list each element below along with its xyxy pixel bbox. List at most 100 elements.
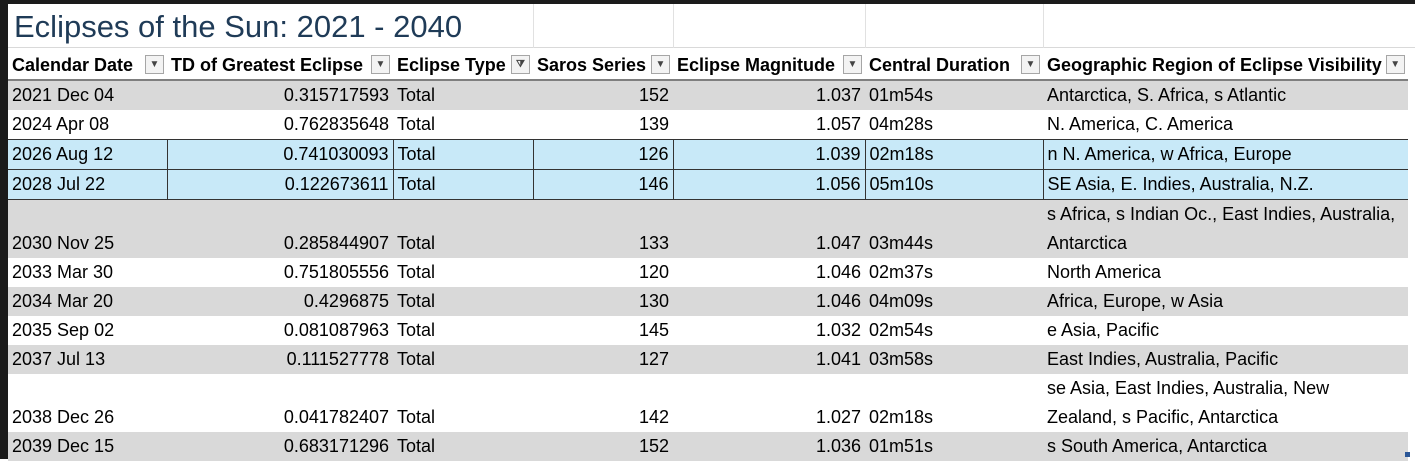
cell-central-duration[interactable]: 04m09s <box>865 287 1043 316</box>
cell-central-duration[interactable]: 02m54s <box>865 316 1043 345</box>
cell-eclipse-type[interactable]: Total <box>393 258 533 287</box>
cell-saros-series[interactable]: 145 <box>533 316 673 345</box>
cell-saros-series[interactable]: 139 <box>533 110 673 140</box>
cell-td-greatest-eclipse[interactable]: 0.122673611 <box>166 169 393 200</box>
cell-saros-series[interactable]: 130 <box>533 287 673 316</box>
cell-td-greatest-eclipse[interactable]: 0.762835648 <box>167 110 393 140</box>
cell-saros-series[interactable]: 142 <box>533 374 673 432</box>
cell-geographic-region[interactable]: Antarctica, S. Africa, s Atlantic <box>1043 80 1408 110</box>
header-td-greatest-eclipse[interactable]: TD of Greatest Eclipse ▼ <box>167 51 393 81</box>
cell-saros-series[interactable]: 152 <box>533 80 673 110</box>
dropdown-arrow-icon[interactable]: ▼ <box>1385 55 1405 74</box>
cell-calendar-date[interactable]: 2038 Dec 26 <box>8 374 167 432</box>
cell-saros-series[interactable]: 127 <box>533 345 673 374</box>
table-row: 2028 Jul 22 0.122673611 Total 146 1.056 05m10… <box>8 169 1408 200</box>
cell-td-greatest-eclipse[interactable]: 0.111527778 <box>167 345 393 374</box>
cell-td-greatest-eclipse[interactable]: 0.285844907 <box>167 199 393 258</box>
cell-central-duration[interactable]: 01m51s <box>865 432 1043 461</box>
cell-central-duration[interactable]: 01m54s <box>865 80 1043 110</box>
cell-eclipse-type[interactable]: Total <box>393 110 533 140</box>
cell-central-duration[interactable]: 03m58s <box>865 345 1043 374</box>
cell-td-greatest-eclipse[interactable]: 0.4296875 <box>167 287 393 316</box>
window-left-border <box>0 0 8 459</box>
header-eclipse-magnitude[interactable]: Eclipse Magnitude ▼ <box>673 51 865 81</box>
cell-calendar-date[interactable]: 2026 Aug 12 <box>8 139 167 170</box>
cell-central-duration[interactable]: 03m44s <box>865 199 1043 258</box>
cell-calendar-date[interactable]: 2028 Jul 22 <box>8 169 167 200</box>
cell-td-greatest-eclipse[interactable]: 0.081087963 <box>167 316 393 345</box>
header-calendar-date[interactable]: Calendar Date ▼ <box>8 51 167 81</box>
cell-eclipse-type[interactable]: Total <box>392 139 533 170</box>
cell-geographic-region[interactable]: Africa, Europe, w Asia <box>1043 287 1408 316</box>
header-geographic-region[interactable]: Geographic Region of Eclipse Visibility ▼ <box>1043 51 1408 81</box>
cell-calendar-date[interactable]: 2024 Apr 08 <box>8 110 167 140</box>
dropdown-arrow-icon[interactable]: ▼ <box>371 55 390 74</box>
cell-calendar-date[interactable]: 2039 Dec 15 <box>8 432 167 461</box>
header-central-duration[interactable]: Central Duration ▼ <box>865 51 1043 81</box>
cell-central-duration[interactable]: 02m18s <box>865 374 1043 432</box>
cell-eclipse-type[interactable]: Total <box>393 199 533 258</box>
header-saros-series[interactable]: Saros Series ▼ <box>533 51 673 81</box>
cell-calendar-date[interactable]: 2030 Nov 25 <box>8 199 167 258</box>
cell-eclipse-type[interactable]: Total <box>393 316 533 345</box>
cell-saros-series[interactable]: 120 <box>533 258 673 287</box>
cell-geographic-region[interactable]: s Africa, s Indian Oc., East Indies, Aus… <box>1043 199 1408 258</box>
cell-td-greatest-eclipse[interactable]: 0.315717593 <box>167 80 393 110</box>
cell-geographic-region[interactable]: SE Asia, E. Indies, Australia, N.Z. <box>1042 169 1408 200</box>
cell-central-duration[interactable]: 05m10s <box>864 169 1043 200</box>
spreadsheet-view: Eclipses of the Sun: 2021 - 2040 Calenda… <box>0 0 1415 461</box>
filter-active-icon[interactable]: ⧩ <box>511 55 530 74</box>
cell-central-duration[interactable]: 04m28s <box>865 110 1043 140</box>
cell-eclipse-type[interactable]: Total <box>393 432 533 461</box>
cell-calendar-date[interactable]: 2035 Sep 02 <box>8 316 167 345</box>
cell-eclipse-magnitude[interactable]: 1.032 <box>673 316 865 345</box>
table-row: 2034 Mar 20 0.4296875 Total 130 1.046 04m09s A… <box>8 287 1408 316</box>
cell-eclipse-magnitude[interactable]: 1.037 <box>673 80 865 110</box>
header-label: Calendar Date <box>12 54 134 75</box>
table-resize-handle[interactable] <box>1405 452 1410 457</box>
cell-td-greatest-eclipse[interactable]: 0.041782407 <box>167 374 393 432</box>
cell-td-greatest-eclipse[interactable]: 0.683171296 <box>167 432 393 461</box>
cell-eclipse-magnitude[interactable]: 1.046 <box>673 258 865 287</box>
sheet-title-cell[interactable]: Eclipses of the Sun: 2021 - 2040 <box>8 4 1415 48</box>
cell-eclipse-type[interactable]: Total <box>392 169 533 200</box>
cell-saros-series[interactable]: 152 <box>533 432 673 461</box>
table-row: 2024 Apr 08 0.762835648 Total 139 1.057 04m28… <box>8 110 1408 140</box>
cell-eclipse-magnitude[interactable]: 1.036 <box>673 432 865 461</box>
cell-eclipse-magnitude[interactable]: 1.039 <box>672 139 865 170</box>
cell-eclipse-magnitude[interactable]: 1.057 <box>673 110 865 140</box>
cell-geographic-region[interactable]: se Asia, East Indies, Australia, New Zea… <box>1043 374 1408 432</box>
cell-eclipse-magnitude[interactable]: 1.046 <box>673 287 865 316</box>
header-eclipse-type[interactable]: Eclipse Type ⧩ <box>393 51 533 81</box>
cell-saros-series[interactable]: 126 <box>532 139 673 170</box>
cell-calendar-date[interactable]: 2021 Dec 04 <box>8 80 167 110</box>
cell-eclipse-type[interactable]: Total <box>393 374 533 432</box>
dropdown-arrow-icon[interactable]: ▼ <box>843 55 862 74</box>
dropdown-arrow-icon[interactable]: ▼ <box>651 55 670 74</box>
cell-geographic-region[interactable]: e Asia, Pacific <box>1043 316 1408 345</box>
cell-eclipse-type[interactable]: Total <box>393 80 533 110</box>
cell-central-duration[interactable]: 02m18s <box>864 139 1043 170</box>
cell-calendar-date[interactable]: 2033 Mar 30 <box>8 258 167 287</box>
cell-saros-series[interactable]: 133 <box>533 199 673 258</box>
cell-td-greatest-eclipse[interactable]: 0.751805556 <box>167 258 393 287</box>
cell-geographic-region[interactable]: n N. America, w Africa, Europe <box>1042 139 1408 170</box>
dropdown-arrow-icon[interactable]: ▼ <box>145 55 164 74</box>
cell-eclipse-magnitude[interactable]: 1.047 <box>673 199 865 258</box>
cell-eclipse-magnitude[interactable]: 1.056 <box>672 169 865 200</box>
dropdown-arrow-icon[interactable]: ▼ <box>1021 55 1040 74</box>
cell-geographic-region[interactable]: East Indies, Australia, Pacific <box>1043 345 1408 374</box>
cell-calendar-date[interactable]: 2037 Jul 13 <box>8 345 167 374</box>
cell-calendar-date[interactable]: 2034 Mar 20 <box>8 287 167 316</box>
header-label: Saros Series <box>537 54 647 75</box>
cell-geographic-region[interactable]: s South America, Antarctica <box>1043 432 1408 461</box>
cell-eclipse-magnitude[interactable]: 1.027 <box>673 374 865 432</box>
cell-eclipse-magnitude[interactable]: 1.041 <box>673 345 865 374</box>
cell-geographic-region[interactable]: N. America, C. America <box>1043 110 1408 140</box>
cell-saros-series[interactable]: 146 <box>532 169 673 200</box>
cell-eclipse-type[interactable]: Total <box>393 345 533 374</box>
cell-geographic-region[interactable]: North America <box>1043 258 1408 287</box>
cell-eclipse-type[interactable]: Total <box>393 287 533 316</box>
cell-central-duration[interactable]: 02m37s <box>865 258 1043 287</box>
cell-td-greatest-eclipse[interactable]: 0.741030093 <box>166 139 393 170</box>
